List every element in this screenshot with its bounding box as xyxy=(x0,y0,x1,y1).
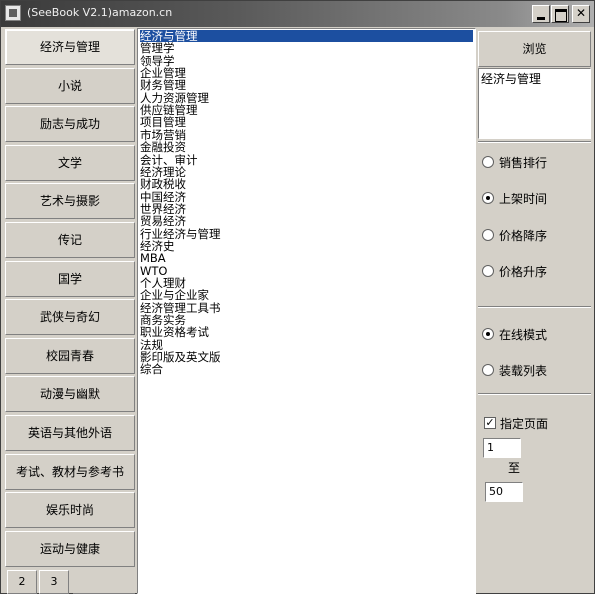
list-item[interactable]: 会计、审计 xyxy=(140,154,473,166)
radio-icon[interactable] xyxy=(482,229,494,241)
category-button[interactable]: 考试、教材与参考书 xyxy=(5,453,135,490)
category-button[interactable]: 文学 xyxy=(5,144,135,181)
category-button[interactable]: 武侠与奇幻 xyxy=(5,299,135,336)
radio-icon[interactable] xyxy=(482,156,494,168)
load-list-label: 装载列表 xyxy=(499,363,548,378)
list-item[interactable]: 领导学 xyxy=(140,55,473,67)
sort-price-desc-label: 价格降序 xyxy=(499,228,548,243)
category-button[interactable]: 传记 xyxy=(5,222,135,258)
divider xyxy=(478,141,591,143)
online-mode-label: 在线模式 xyxy=(499,327,548,342)
page-tabs: 2 3 xyxy=(5,570,135,594)
online-mode-option[interactable]: 在线模式 xyxy=(482,325,547,343)
list-item[interactable]: 经济史 xyxy=(140,240,473,252)
category-button[interactable]: 励志与成功 xyxy=(5,106,135,143)
list-item[interactable]: 影印版及英文版 xyxy=(140,351,473,363)
list-item[interactable]: 管理学 xyxy=(140,42,473,54)
page-tabs-filler xyxy=(73,570,135,594)
category-button[interactable]: 英语与其他外语 xyxy=(5,415,135,451)
title-bar[interactable]: (SeeBook V2.1)amazon.cn ✕ xyxy=(1,1,594,27)
divider xyxy=(478,393,591,395)
sort-price-asc-label: 价格升序 xyxy=(499,264,548,279)
radio-icon[interactable] xyxy=(482,192,494,204)
list-item[interactable]: 中国经济 xyxy=(140,191,473,203)
selection-preview: 经济与管理 xyxy=(478,68,591,139)
sort-price-desc-option[interactable]: 价格降序 xyxy=(482,226,547,244)
sort-sales-option[interactable]: 销售排行 xyxy=(482,153,547,171)
page-to-input[interactable]: 50 xyxy=(485,482,523,502)
list-item[interactable]: 法规 xyxy=(140,339,473,351)
list-item[interactable]: 企业与企业家 xyxy=(140,289,473,301)
list-item[interactable]: 经济理论 xyxy=(140,166,473,178)
close-button[interactable]: ✕ xyxy=(572,5,590,23)
sort-newest-option[interactable]: 上架时间 xyxy=(482,189,547,207)
checkbox-icon[interactable]: ✓ xyxy=(484,417,496,429)
category-button[interactable]: 国学 xyxy=(5,260,135,297)
sort-sales-label: 销售排行 xyxy=(499,155,548,170)
category-button[interactable]: 艺术与摄影 xyxy=(5,183,135,220)
category-button[interactable]: 校园青春 xyxy=(5,337,135,374)
list-item[interactable]: 供应链管理 xyxy=(140,104,473,116)
specify-page-option[interactable]: ✓ 指定页面 xyxy=(484,414,548,432)
list-item[interactable]: 市场营销 xyxy=(140,129,473,141)
minimize-button[interactable] xyxy=(532,5,550,23)
category-button[interactable]: 运动与健康 xyxy=(5,530,135,567)
category-button[interactable]: 娱乐时尚 xyxy=(5,492,135,529)
maximize-button[interactable] xyxy=(551,5,569,23)
window-title: (SeeBook V2.1)amazon.cn xyxy=(27,6,173,19)
page-tab-2[interactable]: 2 xyxy=(7,570,37,594)
page-to-label: 至 xyxy=(508,461,521,475)
list-item[interactable]: 财务管理 xyxy=(140,79,473,91)
page-tab-3[interactable]: 3 xyxy=(39,570,69,594)
sort-price-asc-option[interactable]: 价格升序 xyxy=(482,262,547,280)
app-icon xyxy=(5,5,21,21)
list-item[interactable]: 贸易经济 xyxy=(140,215,473,227)
radio-icon[interactable] xyxy=(482,328,494,340)
list-item[interactable]: 个人理财 xyxy=(140,277,473,289)
load-list-option[interactable]: 装载列表 xyxy=(482,361,547,379)
category-button[interactable]: 经济与管理 xyxy=(5,29,135,65)
list-item[interactable]: 项目管理 xyxy=(140,116,473,128)
list-item[interactable]: 世界经济 xyxy=(140,203,473,215)
list-item[interactable]: 综合 xyxy=(140,363,473,375)
list-item[interactable]: MBA xyxy=(140,252,473,264)
radio-icon[interactable] xyxy=(482,364,494,376)
list-item[interactable]: 人力资源管理 xyxy=(140,92,473,104)
list-item[interactable]: 行业经济与管理 xyxy=(140,228,473,240)
specify-page-label: 指定页面 xyxy=(500,416,549,431)
sort-newest-label: 上架时间 xyxy=(499,191,548,206)
list-item[interactable]: 经济与管理 xyxy=(140,30,473,42)
list-item[interactable]: 商务实务 xyxy=(140,314,473,326)
list-item[interactable]: WTO xyxy=(140,265,473,277)
category-button[interactable]: 小说 xyxy=(5,67,135,104)
subcategory-list[interactable]: 经济与管理 管理学 领导学 企业管理 财务管理 人力资源管理 供应链管理 项目管理 市场营销 金融… xyxy=(137,28,476,594)
list-item[interactable]: 经济管理工具书 xyxy=(140,302,473,314)
list-item[interactable]: 企业管理 xyxy=(140,67,473,79)
divider xyxy=(478,306,591,308)
list-item[interactable]: 财政税收 xyxy=(140,178,473,190)
category-button[interactable]: 动漫与幽默 xyxy=(5,376,135,413)
page-from-input[interactable]: 1 xyxy=(483,438,521,458)
radio-icon[interactable] xyxy=(482,265,494,277)
browse-button[interactable]: 浏览 xyxy=(478,31,591,67)
list-item[interactable]: 职业资格考试 xyxy=(140,326,473,338)
app-window: (SeeBook V2.1)amazon.cn ✕ 经济与管理 小说 励志与成功 文学… xyxy=(0,0,595,594)
list-item[interactable]: 金融投资 xyxy=(140,141,473,153)
